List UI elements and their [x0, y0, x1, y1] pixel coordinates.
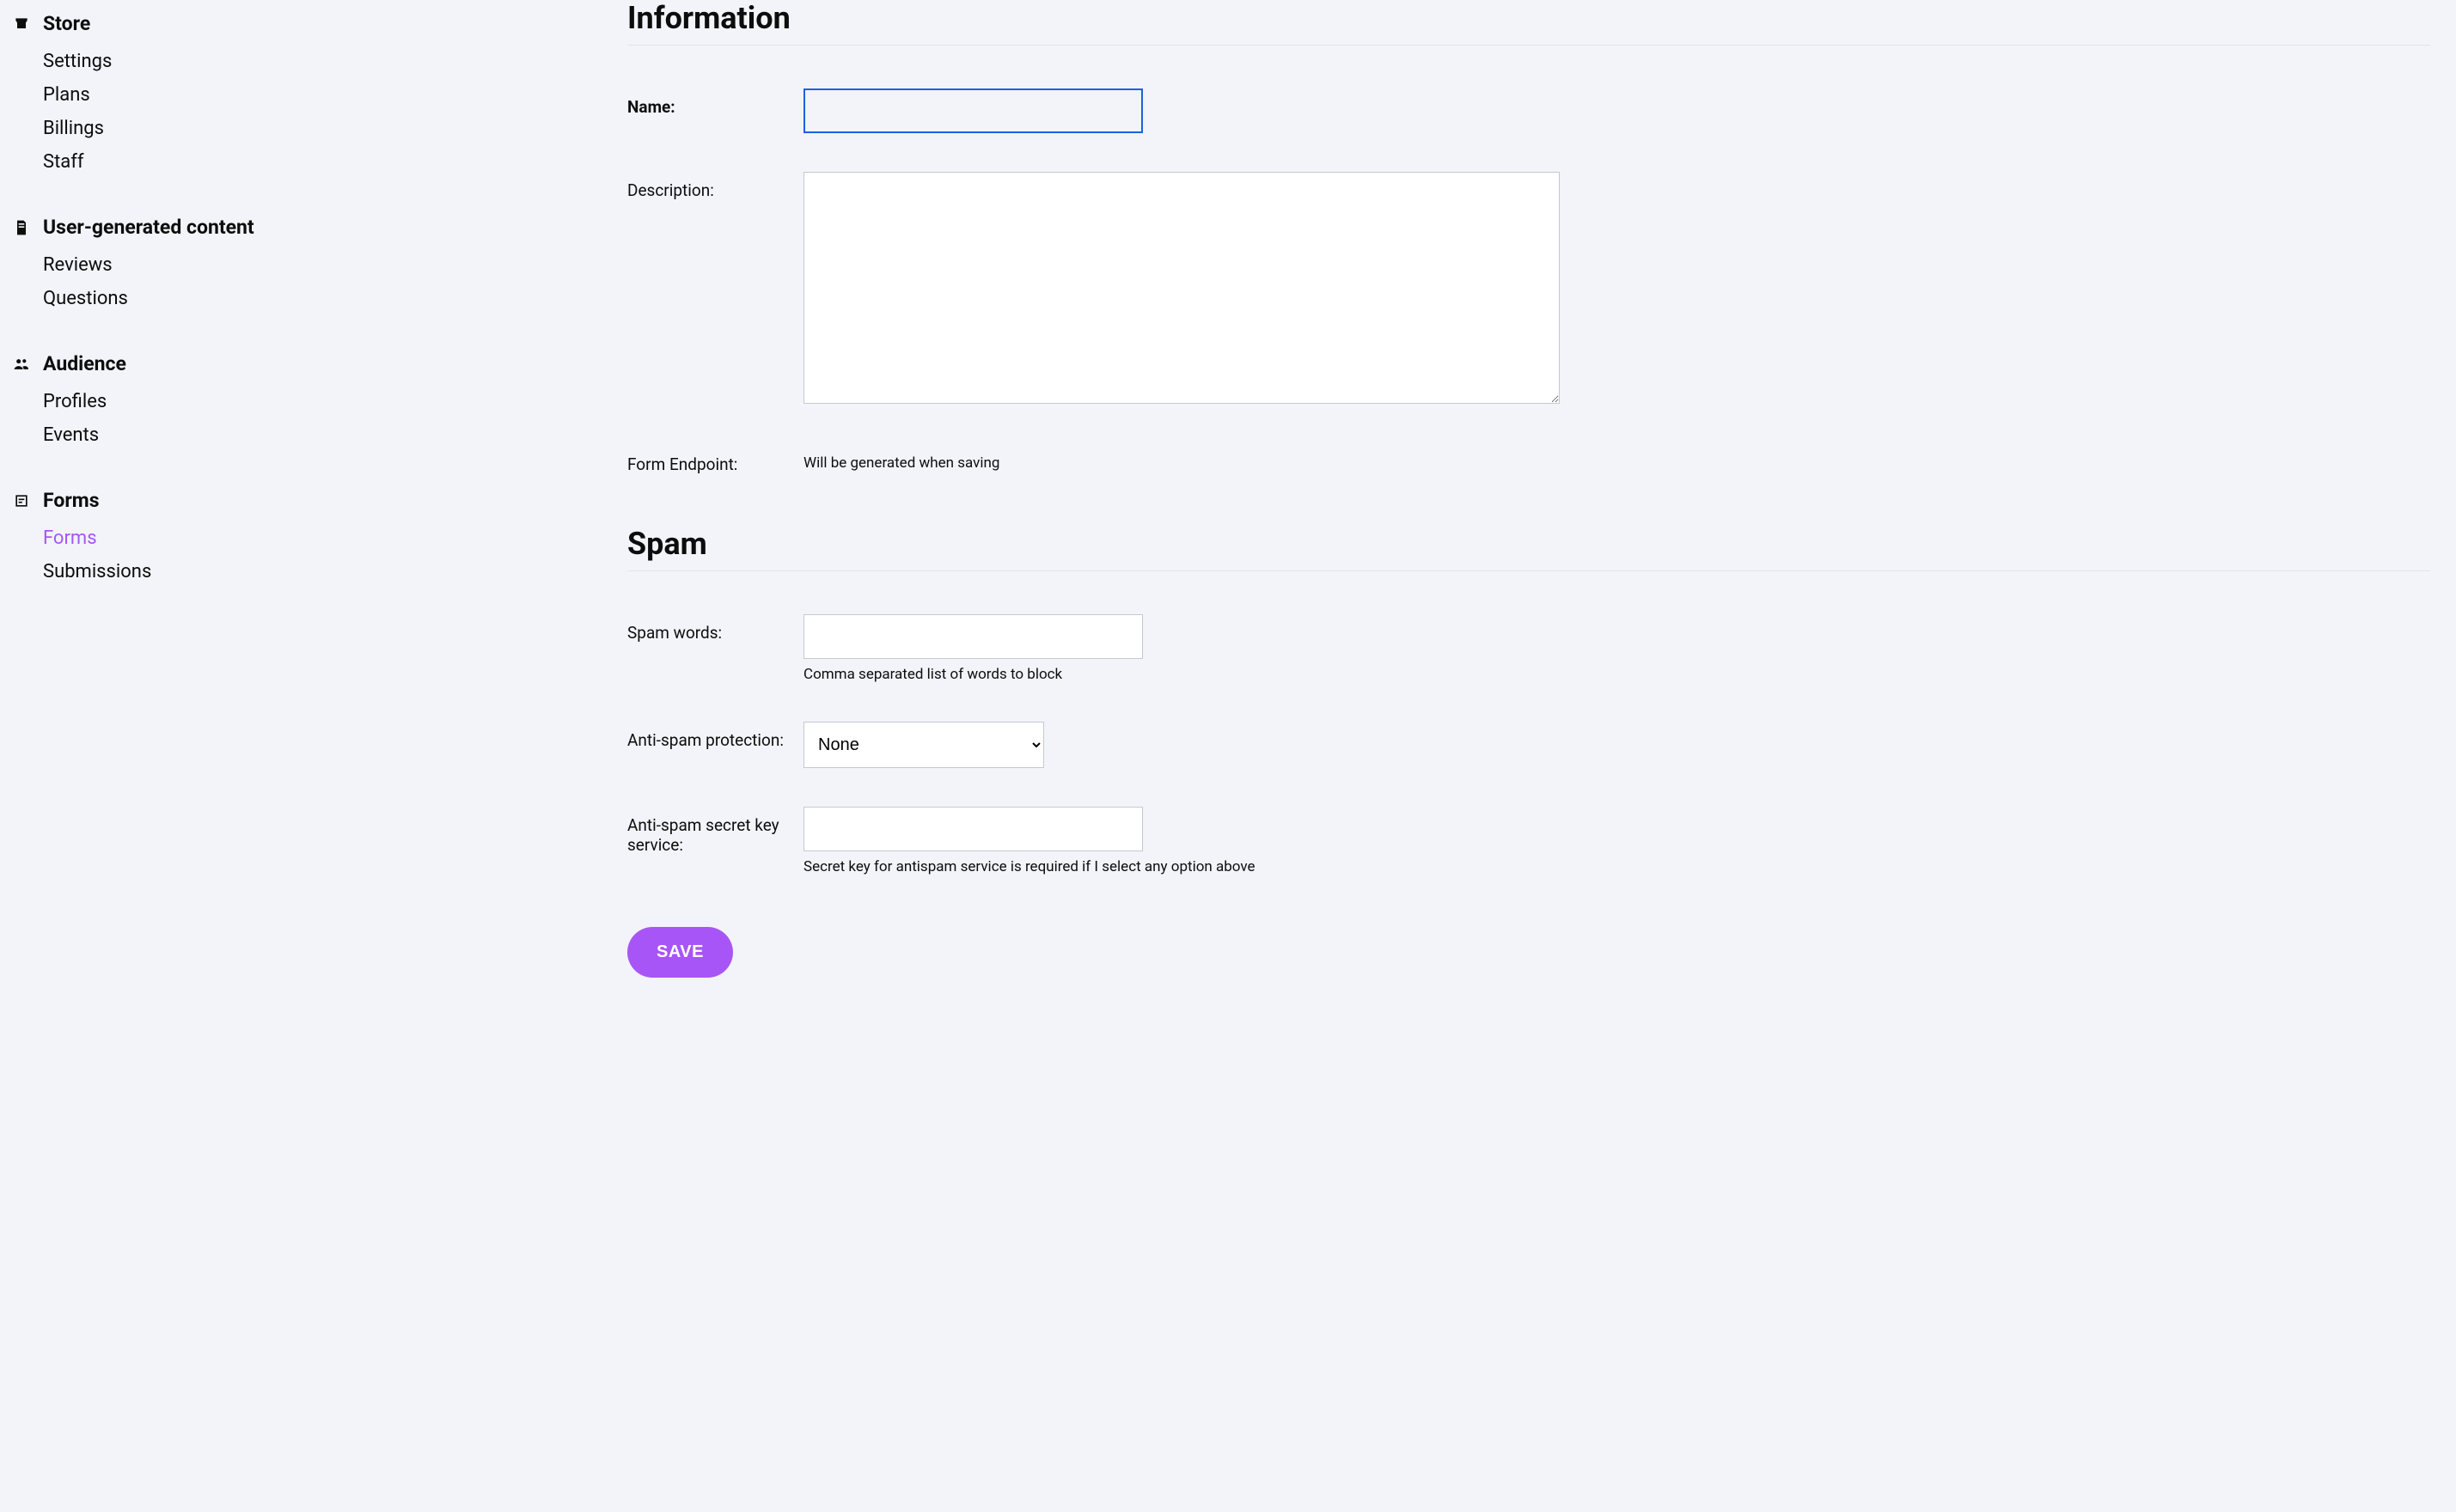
sidebar-group-store: Store Settings Plans Billings Staff [12, 12, 430, 173]
sidebar-group-ugc: User-generated content Reviews Questions [12, 216, 430, 309]
sidebar-group-title: Forms [43, 489, 100, 512]
sidebar-item-forms[interactable]: Forms [43, 527, 430, 549]
sidebar-item-events[interactable]: Events [43, 424, 430, 446]
section-heading-spam: Spam [627, 526, 2430, 571]
sidebar-group-audience: Audience Profiles Events [12, 352, 430, 446]
save-button[interactable]: SAVE [627, 927, 733, 978]
help-spam-secret: Secret key for antispam service is requi… [803, 858, 1560, 875]
sidebar-items-forms: Forms Submissions [12, 527, 430, 582]
spam-secret-input[interactable] [803, 807, 1143, 851]
name-input[interactable] [803, 88, 1143, 133]
sidebar-header-forms[interactable]: Forms [12, 489, 430, 512]
label-name: Name: [627, 88, 803, 117]
document-icon [12, 219, 31, 236]
forms-icon [12, 492, 31, 509]
sidebar-group-title: Store [43, 12, 90, 35]
field-description: Description: [627, 172, 2430, 407]
sidebar-item-settings[interactable]: Settings [43, 51, 430, 72]
field-endpoint: Form Endpoint: Will be generated when sa… [627, 446, 2430, 474]
sidebar-items-ugc: Reviews Questions [12, 254, 430, 309]
sidebar: Store Settings Plans Billings Staff User… [0, 0, 447, 1512]
sidebar-item-submissions[interactable]: Submissions [43, 561, 430, 582]
sidebar-item-plans[interactable]: Plans [43, 84, 430, 106]
field-spam-secret: Anti-spam secret key service: Secret key… [627, 807, 2430, 875]
sidebar-items-audience: Profiles Events [12, 391, 430, 446]
endpoint-text: Will be generated when saving [803, 446, 1560, 472]
field-name: Name: [627, 88, 2430, 133]
sidebar-item-profiles[interactable]: Profiles [43, 391, 430, 412]
sidebar-group-title: User-generated content [43, 216, 254, 239]
section-heading-information: Information [627, 0, 2430, 46]
spam-words-input[interactable] [803, 614, 1143, 659]
section-information: Information Name: Description: Form Endp… [627, 0, 2430, 474]
sidebar-item-reviews[interactable]: Reviews [43, 254, 430, 276]
sidebar-item-billings[interactable]: Billings [43, 118, 430, 139]
label-endpoint: Form Endpoint: [627, 446, 803, 474]
sidebar-group-title: Audience [43, 352, 126, 375]
store-icon [12, 15, 31, 33]
sidebar-header-store[interactable]: Store [12, 12, 430, 35]
section-spam: Spam Spam words: Comma separated list of… [627, 526, 2430, 875]
sidebar-item-staff[interactable]: Staff [43, 151, 430, 173]
main-content: Information Name: Description: Form Endp… [447, 0, 2456, 1512]
description-textarea[interactable] [803, 172, 1560, 404]
label-spam-secret: Anti-spam secret key service: [627, 807, 803, 855]
sidebar-item-questions[interactable]: Questions [43, 288, 430, 309]
label-description: Description: [627, 172, 803, 200]
label-spam-words: Spam words: [627, 614, 803, 643]
sidebar-header-ugc[interactable]: User-generated content [12, 216, 430, 239]
field-spam-words: Spam words: Comma separated list of word… [627, 614, 2430, 683]
help-spam-words: Comma separated list of words to block [803, 666, 1560, 683]
label-spam-protection: Anti-spam protection: [627, 722, 803, 750]
people-icon [12, 356, 31, 373]
field-spam-protection: Anti-spam protection: None [627, 722, 2430, 768]
sidebar-group-forms: Forms Forms Submissions [12, 489, 430, 582]
sidebar-header-audience[interactable]: Audience [12, 352, 430, 375]
sidebar-items-store: Settings Plans Billings Staff [12, 51, 430, 173]
spam-protection-select[interactable]: None [803, 722, 1044, 768]
